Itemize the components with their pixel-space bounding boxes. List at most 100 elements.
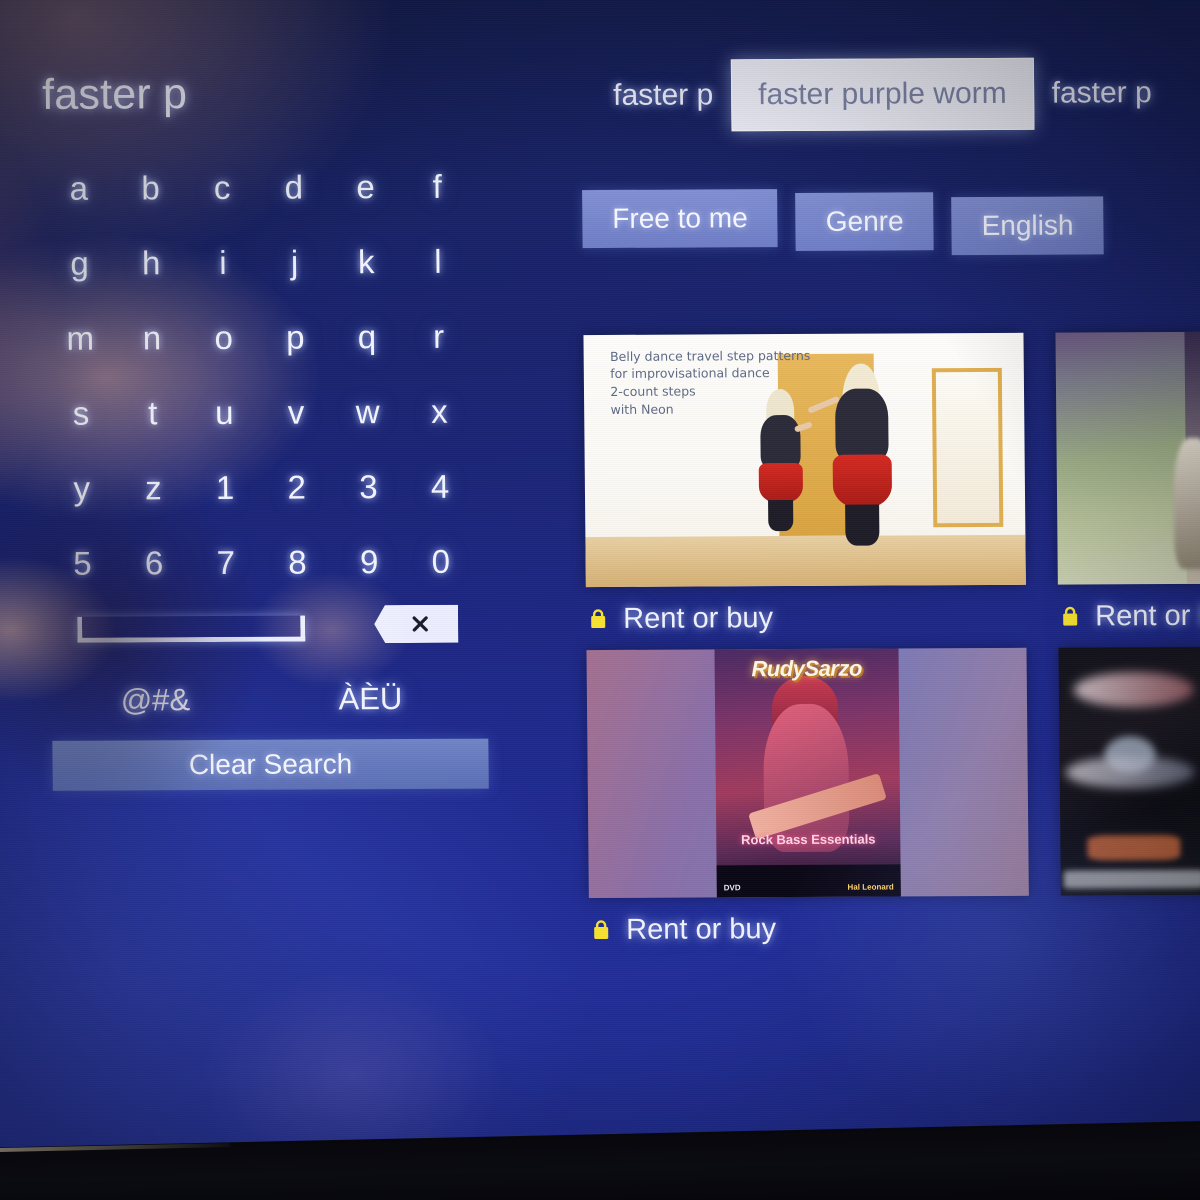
key-v[interactable]: v [260, 394, 332, 431]
keyboard-utility-row [47, 601, 478, 663]
key-t[interactable]: t [117, 394, 189, 431]
search-suggestions-bar: faster p faster purple worm faster p [595, 57, 1170, 132]
key-9[interactable]: 9 [333, 543, 405, 580]
dancer-front [807, 363, 892, 546]
key-m[interactable]: m [44, 320, 116, 357]
result-row: RudySarzo Rock Bass Essentials DVD Hal L… [586, 646, 1200, 947]
key-z[interactable]: z [117, 469, 189, 506]
keyboard-row: a b c d e f [43, 149, 474, 226]
shopping-bag-icon [1063, 606, 1078, 626]
key-7[interactable]: 7 [190, 544, 262, 581]
dvd-label-tag: Hal Leonard [847, 882, 894, 892]
suggestion-chip-2-selected[interactable]: faster purple worm [730, 57, 1035, 132]
close-x-icon [409, 613, 431, 635]
thumbnail-green-gradient[interactable] [1055, 331, 1200, 585]
result-card-green-cutoff[interactable]: Rent or b [1055, 331, 1200, 634]
keyboard-row: 5 6 7 8 9 0 [46, 524, 477, 601]
filter-bar: Free to me Genre English [582, 187, 1104, 256]
key-8[interactable]: 8 [261, 544, 333, 581]
result-caption: Rent or b [1058, 600, 1200, 634]
key-s[interactable]: s [45, 395, 117, 432]
dancer-torso [760, 414, 801, 469]
dancer-skirt [758, 463, 804, 503]
shopping-bag-icon [594, 919, 609, 939]
dvd-subtitle: Rock Bass Essentials [741, 831, 876, 848]
filter-genre[interactable]: Genre [795, 192, 934, 251]
caption-text: Rent or buy [626, 913, 777, 946]
key-5[interactable]: 5 [46, 545, 118, 582]
result-row: Belly dance travel step patterns for imp… [583, 331, 1200, 636]
keyboard-row: g h i j k l [43, 224, 474, 301]
key-o[interactable]: o [188, 319, 260, 356]
keyboard-row: y z 1 2 3 4 [46, 449, 477, 526]
result-card-belly-dance[interactable]: Belly dance travel step patterns for imp… [583, 332, 1026, 636]
key-n[interactable]: n [116, 319, 188, 356]
dancer-back [758, 389, 814, 531]
key-4[interactable]: 4 [404, 468, 476, 505]
key-h[interactable]: h [115, 244, 187, 281]
thumbnail-title-overlay: Belly dance travel step patterns for imp… [609, 347, 811, 417]
caption-text: Rent or buy [623, 602, 774, 635]
key-2[interactable]: 2 [261, 469, 333, 506]
key-e[interactable]: e [330, 168, 402, 205]
shopping-bag-icon [591, 608, 606, 628]
dancer-legs [768, 500, 794, 531]
suggestion-chip-1[interactable]: faster p [595, 66, 732, 125]
thumbnail-dark-blurry[interactable] [1058, 646, 1200, 896]
key-b[interactable]: b [115, 169, 187, 206]
dancer-torso [834, 388, 889, 462]
key-i[interactable]: i [187, 244, 259, 281]
suggestion-chip-3[interactable]: faster p [1033, 64, 1170, 123]
search-query-text: faster p [41, 70, 188, 119]
key-6[interactable]: 6 [118, 544, 190, 581]
tv-screen-photo: faster p a b c d e f g h i j k l m n o p… [0, 0, 1200, 1200]
app-ui-layer: faster p a b c d e f g h i j k l m n o p… [0, 0, 1200, 1200]
key-3[interactable]: 3 [332, 468, 404, 505]
filter-english[interactable]: English [951, 196, 1104, 256]
dancer-legs [845, 504, 880, 546]
result-card-rudy-sarzo[interactable]: RudySarzo Rock Bass Essentials DVD Hal L… [586, 647, 1029, 947]
thumbnail-highlight [1087, 835, 1181, 861]
key-u[interactable]: u [188, 394, 260, 431]
thumbnail-rudy-sarzo[interactable]: RudySarzo Rock Bass Essentials DVD Hal L… [586, 647, 1029, 899]
key-x[interactable]: x [403, 393, 475, 430]
key-1[interactable]: 1 [189, 469, 261, 506]
dancer-skirt [832, 454, 892, 508]
key-w[interactable]: w [332, 393, 404, 430]
dvd-cover-art: RudySarzo Rock Bass Essentials DVD Hal L… [714, 648, 902, 898]
key-g[interactable]: g [44, 245, 116, 282]
key-y[interactable]: y [46, 470, 118, 507]
filter-free-to-me[interactable]: Free to me [582, 189, 779, 249]
search-results-grid: Belly dance travel step patterns for imp… [583, 331, 1200, 961]
result-caption: Rent or buy [586, 601, 1026, 636]
key-c[interactable]: c [186, 169, 258, 206]
key-a[interactable]: a [43, 170, 115, 207]
backspace-key[interactable] [374, 605, 458, 643]
dvd-bottom-band [716, 864, 902, 898]
key-d[interactable]: d [258, 169, 330, 206]
thumbnail-belly-dance[interactable]: Belly dance travel step patterns for imp… [583, 332, 1026, 588]
dvd-artist-name: RudySarzo [751, 656, 862, 682]
thumbnail-blurred-figure [1173, 437, 1200, 569]
key-q[interactable]: q [331, 318, 403, 355]
key-p[interactable]: p [259, 319, 331, 356]
space-bar-key[interactable] [77, 615, 306, 643]
symbols-key[interactable]: @#& [48, 682, 263, 719]
clear-search-label: Clear Search [188, 748, 353, 781]
clear-search-button[interactable]: Clear Search [52, 738, 489, 791]
key-r[interactable]: r [403, 318, 475, 355]
key-l[interactable]: l [402, 243, 474, 280]
key-0[interactable]: 0 [405, 543, 477, 580]
thumbnail-highlight [1063, 870, 1200, 889]
on-screen-keyboard[interactable]: a b c d e f g h i j k l m n o p q r s t … [43, 149, 477, 601]
key-j[interactable]: j [259, 244, 331, 281]
thumbnail-highlight [1065, 755, 1195, 789]
result-card-dark-cutoff[interactable] [1058, 646, 1200, 945]
key-k[interactable]: k [330, 243, 402, 280]
keyboard-alt-row: @#& ÀÈÜ [48, 681, 478, 719]
dvd-format-tag: DVD [723, 883, 741, 893]
accents-key[interactable]: ÀÈÜ [263, 681, 478, 718]
studio-floor [585, 534, 1026, 588]
key-f[interactable]: f [401, 168, 473, 205]
caption-text: Rent or b [1095, 599, 1200, 633]
